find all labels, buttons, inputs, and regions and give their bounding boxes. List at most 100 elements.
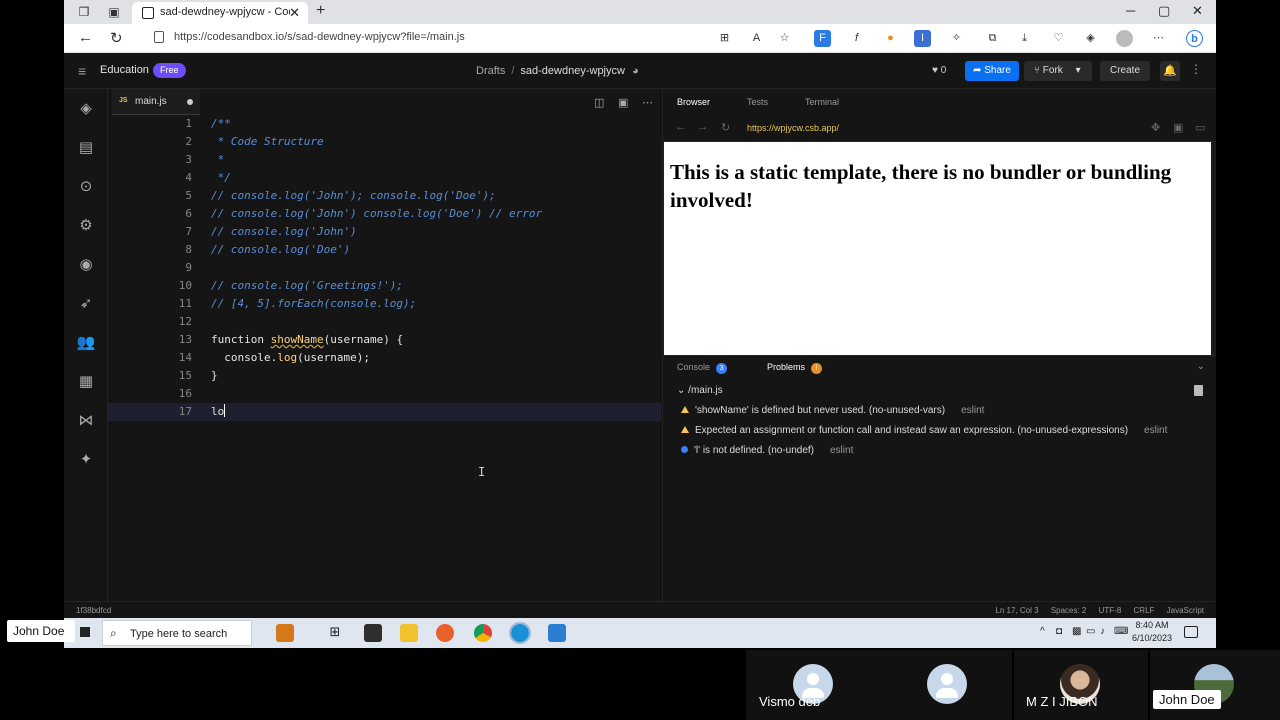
tab-problems[interactable]: Problems! — [767, 362, 823, 374]
favorite-star-icon[interactable]: ☆ — [776, 30, 793, 47]
url-field[interactable]: https://codesandbox.io/s/sad-dewdney-wpj… — [150, 28, 710, 49]
taskbar-clock[interactable]: 8:40 AM 6/10/2023 — [1132, 619, 1172, 645]
tray-app-icon[interactable]: ◘ — [1056, 626, 1062, 637]
hamburger-menu-icon[interactable]: ≡ — [78, 63, 86, 79]
collapse-panel-icon[interactable]: ⌄ — [1197, 361, 1205, 372]
editor-more-icon[interactable]: ⋯ — [642, 96, 653, 109]
taskbar-search[interactable]: ⌕ Type here to search — [102, 620, 252, 646]
sticky-app-icon[interactable] — [364, 624, 382, 642]
problem-item[interactable]: 'l' is not defined. (no-undef) eslint — [681, 445, 853, 456]
browser-tab-strip: ❐ ▣ sad-dewdney-wpjycw - CodeSandbox ✕ +… — [64, 0, 1216, 24]
new-tab-icon[interactable]: + — [316, 2, 325, 20]
tab-console[interactable]: Console 3 — [677, 362, 728, 374]
problem-item[interactable]: 'showName' is defined but never used. (n… — [681, 405, 984, 416]
notifications-bell-icon[interactable]: 🔔 — [1160, 61, 1180, 81]
file-icon[interactable] — [1194, 385, 1203, 396]
tab-browser[interactable]: Browser — [677, 97, 710, 107]
read-aloud-icon[interactable]: A — [748, 30, 765, 47]
close-tab-icon[interactable]: ✕ — [289, 5, 300, 21]
vscode-icon[interactable]: ⋈ — [76, 411, 96, 431]
briefcase-app-icon[interactable] — [276, 624, 294, 642]
participant-tile[interactable]: John Doe — [1150, 650, 1280, 720]
bing-copilot-icon[interactable]: b — [1186, 30, 1203, 47]
notification-center-icon[interactable] — [1184, 626, 1198, 638]
document-extension-icon[interactable]: I — [914, 30, 931, 47]
split-editor-icon[interactable]: ◫ — [594, 96, 604, 109]
extensions-icon[interactable]: ✧ — [948, 30, 965, 47]
color-extension-icon[interactable]: ● — [882, 30, 899, 47]
more-menu-icon[interactable]: ⋯ — [1150, 30, 1167, 47]
docker-icon[interactable]: ▦ — [76, 372, 96, 392]
encoding[interactable]: UTF-8 — [1099, 606, 1122, 615]
app-available-icon[interactable]: ⊞ — [716, 30, 733, 47]
sparkle-ai-icon[interactable]: ✦ — [76, 450, 96, 470]
performance-icon[interactable]: ♡ — [1050, 30, 1067, 47]
back-icon[interactable]: ← — [78, 29, 93, 46]
tab-terminal[interactable]: Terminal — [805, 97, 839, 107]
task-view-icon[interactable]: ⊞ — [326, 624, 344, 642]
preview-forward-icon[interactable]: → — [697, 121, 708, 133]
tray-chevron-icon[interactable]: ^ — [1040, 626, 1045, 637]
editor-tab-main-js[interactable]: JS main.js — [112, 89, 200, 115]
network-icon[interactable]: ▭ — [1086, 626, 1095, 637]
formula-extension-icon[interactable]: f — [848, 30, 865, 47]
preview-layout-icon[interactable]: ▭ — [1195, 121, 1205, 134]
problems-file-group[interactable]: ⌄ /main.js — [677, 385, 723, 396]
edge-icon[interactable] — [509, 622, 531, 644]
files-icon[interactable]: ▤ — [76, 138, 96, 158]
create-button[interactable]: Create — [1100, 61, 1150, 81]
preview-address[interactable]: https://wpjycw.csb.app/ — [747, 123, 839, 133]
open-preview-icon[interactable]: ▣ — [618, 96, 628, 109]
browser-tab[interactable]: sad-dewdney-wpjycw - CodeSandbox ✕ — [132, 2, 308, 24]
like-counter[interactable]: ♥ 0 — [932, 65, 946, 76]
keyboard-icon[interactable]: ⌨ — [1114, 626, 1128, 637]
minimize-icon[interactable]: ─ — [1126, 3, 1135, 18]
settings-gear-icon[interactable]: ⚙ — [76, 216, 96, 236]
maximize-icon[interactable]: ▢ — [1158, 3, 1170, 19]
sandbox-name[interactable]: sad-dewdney-wpjycw — [520, 65, 625, 77]
responsive-mode-icon[interactable]: ✥ — [1151, 121, 1160, 134]
live-collaboration-icon[interactable]: 👥 — [76, 333, 96, 353]
tab-actions-icon[interactable]: ▣ — [106, 4, 122, 20]
sandbox-cube-icon[interactable]: ◈ — [76, 99, 96, 119]
github-icon[interactable]: ◉ — [76, 255, 96, 275]
line-number: 1 — [185, 117, 192, 130]
unsaved-indicator-icon[interactable] — [187, 99, 193, 105]
vscode-taskbar-icon[interactable] — [548, 624, 566, 642]
profile-icon[interactable] — [1116, 30, 1133, 47]
line-number: 4 — [185, 171, 192, 184]
open-new-window-icon[interactable]: ▣ — [1173, 121, 1183, 134]
deploy-rocket-icon[interactable]: ➶ — [76, 294, 96, 314]
share-button[interactable]: ➦ Share — [965, 61, 1019, 81]
fork-button[interactable]: ⑂ Fork ▾ — [1024, 61, 1092, 81]
problem-item[interactable]: Expected an assignment or function call … — [681, 425, 1167, 436]
windows-start-icon[interactable] — [80, 627, 90, 637]
firefox-icon[interactable] — [436, 624, 454, 642]
cursor-position[interactable]: Ln 17, Col 3 — [995, 606, 1038, 615]
chrome-icon[interactable] — [474, 624, 492, 642]
participant-tile[interactable]: M Z I JIBON — [1014, 650, 1148, 720]
breadcrumb-folder[interactable]: Drafts — [476, 65, 505, 77]
browser-essentials-icon[interactable]: ◈ — [1082, 30, 1099, 47]
file-explorer-icon[interactable] — [400, 624, 418, 642]
workspaces-icon[interactable]: ❐ — [76, 4, 92, 20]
collections-icon[interactable]: ⧉ — [984, 30, 1001, 47]
preview-back-icon[interactable]: ← — [675, 121, 686, 133]
fork-dropdown-icon[interactable]: ▾ — [1076, 65, 1081, 76]
more-options-icon[interactable]: ⋮ — [1190, 62, 1202, 76]
tab-tests[interactable]: Tests — [747, 97, 768, 107]
downloads-icon[interactable]: ⤓ — [1016, 30, 1033, 47]
code-area[interactable]: 1 /** 2 * Code Structure 3 * 4 */ 5 // con… — [108, 115, 661, 601]
refresh-icon[interactable]: ↻ — [110, 29, 123, 47]
workspace-name[interactable]: Education — [100, 64, 149, 76]
language-mode[interactable]: JavaScript — [1167, 606, 1204, 615]
volume-icon[interactable]: ♪ — [1100, 626, 1105, 637]
extension-icon[interactable]: F — [814, 30, 831, 47]
end-of-line[interactable]: CRLF — [1134, 606, 1155, 615]
tray-shield-icon[interactable]: ▩ — [1072, 626, 1081, 637]
close-window-icon[interactable]: ✕ — [1192, 3, 1203, 19]
search-icon[interactable]: ⊙ — [76, 177, 96, 197]
indentation[interactable]: Spaces: 2 — [1051, 606, 1087, 615]
preview-refresh-icon[interactable]: ↻ — [721, 121, 730, 134]
participant-tile[interactable]: Vismo deb — [746, 650, 1012, 720]
